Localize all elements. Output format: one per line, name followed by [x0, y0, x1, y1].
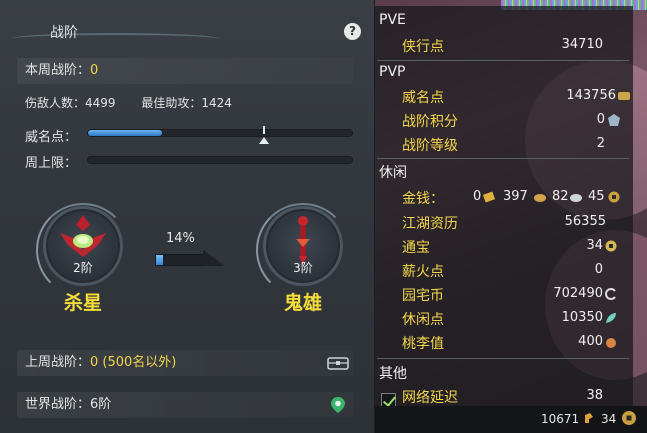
stat-value: 143756	[566, 88, 616, 103]
last-week-value: 0 (500名以外)	[90, 355, 177, 370]
prestige-marker-icon	[258, 137, 269, 144]
next-rank-emblem[interactable]: 3阶	[256, 203, 350, 297]
stat-label: 战阶等级	[402, 138, 458, 154]
rank-progress-arrow	[203, 250, 225, 266]
chest-icon[interactable]	[327, 355, 349, 371]
section-other-title: 其他	[379, 366, 407, 382]
prestige-icon	[618, 92, 630, 100]
panel-title: 战阶	[50, 25, 78, 41]
peach-icon	[606, 338, 616, 348]
rank-progress-fill	[156, 255, 163, 265]
stat-value: 400	[578, 334, 603, 349]
currency-panel: PVE 侠行点 34710 PVP 威名点 143756 战阶积分 0 战阶等级…	[375, 0, 647, 433]
stat-label: 江湖资历	[402, 216, 458, 232]
stat-value: 2	[596, 136, 605, 151]
stat-list: PVE 侠行点 34710 PVP 威名点 143756 战阶积分 0 战阶等级…	[375, 6, 633, 408]
weekly-cap-bar	[87, 156, 353, 164]
kills-label: 伤敌人数：	[25, 96, 86, 110]
stat-value: 38	[586, 388, 603, 403]
prestige-bar-fill	[88, 130, 163, 136]
leisure-leaf-icon	[606, 313, 616, 323]
stat-label: 威名点	[402, 90, 444, 106]
stat-value: 0	[594, 262, 603, 277]
war-rank-panel: 战阶 ? 本周战阶：0 伤敌人数：4499 最佳助攻：1424 威名点： 周上限…	[0, 0, 375, 433]
money-coin: 45	[588, 189, 605, 204]
stat-label: 网络延迟	[402, 390, 458, 406]
coin-icon	[608, 191, 620, 203]
world-rank-row: 世界战阶：6阶	[17, 392, 353, 418]
assist-label: 最佳助攻：	[141, 96, 202, 110]
copper-ingot-icon	[570, 194, 582, 202]
week-rank-value: 0	[90, 63, 99, 78]
stat-label: 薪火点	[402, 264, 444, 280]
kills-value: 4499	[85, 96, 116, 110]
stat-value: 702490	[553, 286, 603, 301]
world-rank-label: 世界战阶：	[25, 397, 91, 412]
money-silver: 397	[503, 189, 528, 204]
stat-value: 0	[596, 112, 605, 127]
bottom-right-value: 34	[601, 412, 617, 426]
week-rank-row: 本周战阶：0	[17, 58, 353, 84]
assist-value: 1424	[201, 96, 232, 110]
rank-progress-bar	[155, 250, 225, 266]
stat-label: 侠行点	[402, 39, 444, 55]
last-week-rank-row: 上周战阶：0 (500名以外)	[17, 350, 353, 376]
last-week-label: 上周战阶：	[25, 355, 91, 370]
stat-label: 桃李值	[402, 336, 444, 352]
divider	[377, 158, 629, 159]
panel-header: 战阶 ?	[0, 0, 375, 46]
stat-value: 34710	[561, 37, 603, 52]
estate-coin-icon	[605, 288, 616, 300]
current-rank-level: 2阶	[73, 261, 93, 275]
rank-progress-text: 14%	[166, 231, 195, 246]
coin-icon	[622, 411, 636, 425]
stat-value: 34	[586, 238, 603, 253]
bottom-left-value: 10671	[541, 412, 580, 426]
world-rank-value: 6阶	[90, 397, 112, 412]
prestige-bar	[87, 126, 353, 144]
money-label: 金钱：	[402, 191, 444, 207]
stat-value: 10350	[561, 310, 603, 325]
current-rank-name: 杀星	[63, 292, 102, 314]
header-ornament	[10, 33, 220, 45]
combat-stats-row: 伤敌人数：4499 最佳助攻：1424	[17, 94, 353, 111]
gold-ingot-icon	[483, 191, 495, 203]
war-score-icon	[608, 114, 620, 126]
prestige-bar-marker	[262, 126, 265, 134]
divider	[377, 60, 629, 61]
stat-label: 战阶积分	[402, 114, 458, 130]
next-rank-name: 鬼雄	[283, 292, 322, 314]
section-pve-title: PVE	[379, 12, 406, 28]
stat-label: 园宅币	[402, 288, 444, 304]
divider	[377, 358, 629, 359]
help-button[interactable]: ?	[344, 23, 361, 40]
stat-value: 56355	[564, 214, 606, 229]
money-gold: 0	[473, 189, 482, 204]
location-pin-icon[interactable]	[327, 396, 349, 414]
stat-label: 休闲点	[402, 312, 444, 328]
current-rank-emblem[interactable]: 2阶	[36, 203, 130, 297]
week-rank-label: 本周战阶：	[25, 63, 91, 78]
next-rank-level: 3阶	[293, 261, 313, 275]
section-pvp-title: PVP	[379, 64, 406, 80]
stat-label: 通宝	[402, 240, 430, 256]
money-copper: 82	[552, 189, 569, 204]
bottom-currency-bar: 10671 34	[375, 406, 647, 433]
tongbao-coin-icon	[605, 240, 617, 252]
footprint-icon	[585, 413, 593, 423]
silver-ingot-icon	[534, 194, 546, 202]
section-leisure-title: 休闲	[379, 165, 407, 181]
